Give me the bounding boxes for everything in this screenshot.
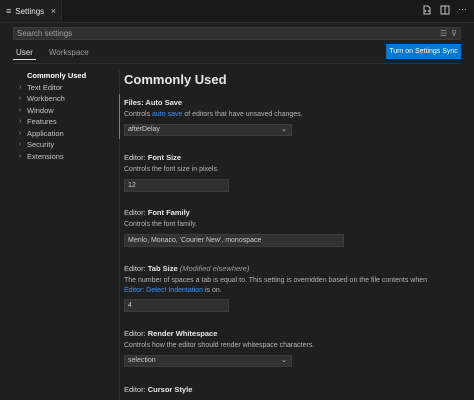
editor-actions: ⋯	[421, 4, 468, 15]
detect-indentation-link[interactable]: Editor: Detect Indentation	[124, 287, 203, 294]
auto-save-select[interactable]: afterDelay ⌄	[124, 123, 292, 136]
desc-text: of editors that have unsaved changes.	[182, 111, 303, 118]
focused-setting-indicator	[119, 94, 120, 139]
desc-text: Controls	[124, 111, 153, 118]
toc-item-application[interactable]: › Application	[19, 128, 115, 140]
setting-description: Controls how the editor should render wh…	[124, 342, 315, 349]
toc-label: Window	[27, 105, 54, 115]
setting-prefix: Editor:	[124, 264, 148, 273]
setting-tab-size: Editor: Tab Size (Modified elsewhere) Th…	[124, 264, 464, 312]
setting-description: Controls the font size in pixels.	[124, 166, 219, 173]
chevron-right-icon: ›	[19, 118, 22, 125]
setting-title: Editor: Tab Size (Modified elsewhere)	[124, 264, 464, 274]
setting-prefix: Editor:	[124, 153, 148, 162]
split-editor-icon[interactable]	[439, 4, 450, 15]
modified-elsewhere-note[interactable]: (Modified elsewhere)	[180, 264, 250, 273]
setting-name: Tab Size	[147, 264, 178, 273]
setting-name: Cursor Style	[147, 385, 193, 394]
toc-item-commonly-used[interactable]: Commonly Used	[19, 70, 115, 82]
open-settings-json-icon[interactable]	[421, 4, 432, 15]
setting-prefix: Editor:	[124, 385, 148, 394]
desc-text: The number of spaces a tab is equal to. …	[124, 277, 427, 284]
toc-item-text-editor[interactable]: › Text Editor	[19, 82, 115, 94]
setting-description: Controls the font family.	[124, 221, 198, 228]
chevron-right-icon: ›	[19, 129, 22, 137]
settings-scope-tabs: User Workspace	[13, 44, 92, 64]
setting-name: Font Family	[147, 208, 190, 217]
close-icon[interactable]: ×	[51, 6, 56, 16]
chevron-right-icon: ›	[19, 95, 22, 102]
toc-label: Commonly Used	[27, 71, 87, 80]
tab-workspace[interactable]: Workspace	[46, 44, 92, 60]
setting-description: The number of spaces a tab is equal to. …	[124, 276, 442, 295]
chevron-right-icon: ›	[19, 106, 22, 114]
setting-render-whitespace: Editor: Render Whitespace Controls how t…	[124, 329, 464, 367]
editor-tab-bar: ≡ Settings × ⋯	[0, 0, 474, 23]
settings-tab[interactable]: ≡ Settings ×	[0, 0, 62, 22]
search-settings-box: ☰ ⊽	[13, 27, 461, 40]
chevron-right-icon: ›	[19, 83, 22, 91]
setting-title: Files: Auto Save	[124, 98, 464, 108]
setting-cursor-style: Editor: Cursor Style	[124, 385, 464, 395]
setting-prefix: Editor:	[124, 208, 148, 217]
settings-list-icon: ≡	[6, 6, 12, 16]
clear-filter-icon[interactable]: ☰	[440, 29, 447, 38]
render-whitespace-select[interactable]: selection ⌄	[124, 354, 292, 367]
select-value: afterDelay	[128, 125, 160, 133]
setting-title: Editor: Cursor Style	[124, 385, 464, 395]
toc-label: Extensions	[27, 151, 64, 161]
setting-prefix: Editor:	[124, 329, 148, 338]
setting-name: Render Whitespace	[147, 329, 218, 338]
auto-save-link[interactable]: auto save	[152, 111, 182, 118]
turn-on-settings-sync-button[interactable]: Turn on Settings Sync	[386, 44, 461, 59]
chevron-down-icon: ⌄	[281, 125, 287, 133]
chevron-right-icon: ›	[19, 141, 22, 148]
search-input[interactable]	[17, 28, 417, 39]
setting-description: Controls auto save of editors that have …	[124, 110, 464, 120]
setting-font-family: Editor: Font Family Controls the font fa…	[124, 208, 464, 247]
toc-item-extensions[interactable]: › Extensions	[19, 151, 115, 163]
chevron-down-icon: ⌄	[281, 356, 287, 364]
setting-name: Font Size	[147, 153, 182, 162]
toc-label: Application	[27, 128, 64, 138]
setting-name: Auto Save	[145, 98, 183, 107]
setting-auto-save: Files: Auto Save Controls auto save of e…	[124, 98, 464, 136]
setting-title: Editor: Render Whitespace	[124, 329, 464, 339]
chevron-right-icon: ›	[19, 152, 22, 160]
filter-icon[interactable]: ⊽	[451, 29, 457, 38]
tab-user[interactable]: User	[13, 44, 36, 60]
more-actions-icon[interactable]: ⋯	[457, 4, 468, 15]
font-size-input[interactable]: 12	[124, 178, 229, 192]
tab-label: Settings	[15, 6, 45, 16]
toc-label: Workbench	[27, 94, 65, 103]
toc-label: Security	[27, 140, 55, 149]
header-divider	[13, 63, 461, 64]
tab-size-input[interactable]: 4	[124, 299, 229, 312]
desc-text: is on.	[203, 286, 222, 294]
toc-item-window[interactable]: › Window	[19, 105, 115, 117]
setting-font-size: Editor: Font Size Controls the font size…	[124, 153, 464, 192]
setting-title: Editor: Font Family	[124, 208, 464, 218]
settings-toc: Commonly Used › Text Editor › Workbench › W…	[19, 70, 115, 162]
toc-label: Features	[27, 117, 57, 126]
font-family-input[interactable]: Menlo, Monaco, 'Courier New', monospace	[124, 233, 344, 247]
toc-label: Text Editor	[27, 82, 63, 92]
setting-title: Editor: Font Size	[124, 153, 464, 163]
toc-item-security[interactable]: › Security	[19, 139, 115, 151]
select-value: selection	[128, 356, 156, 364]
toc-item-features[interactable]: › Features	[19, 116, 115, 128]
toc-item-workbench[interactable]: › Workbench	[19, 93, 115, 105]
page-title: Commonly Used	[124, 72, 227, 87]
settings-main: Commonly Used	[124, 70, 464, 90]
setting-prefix: Files:	[124, 98, 146, 107]
